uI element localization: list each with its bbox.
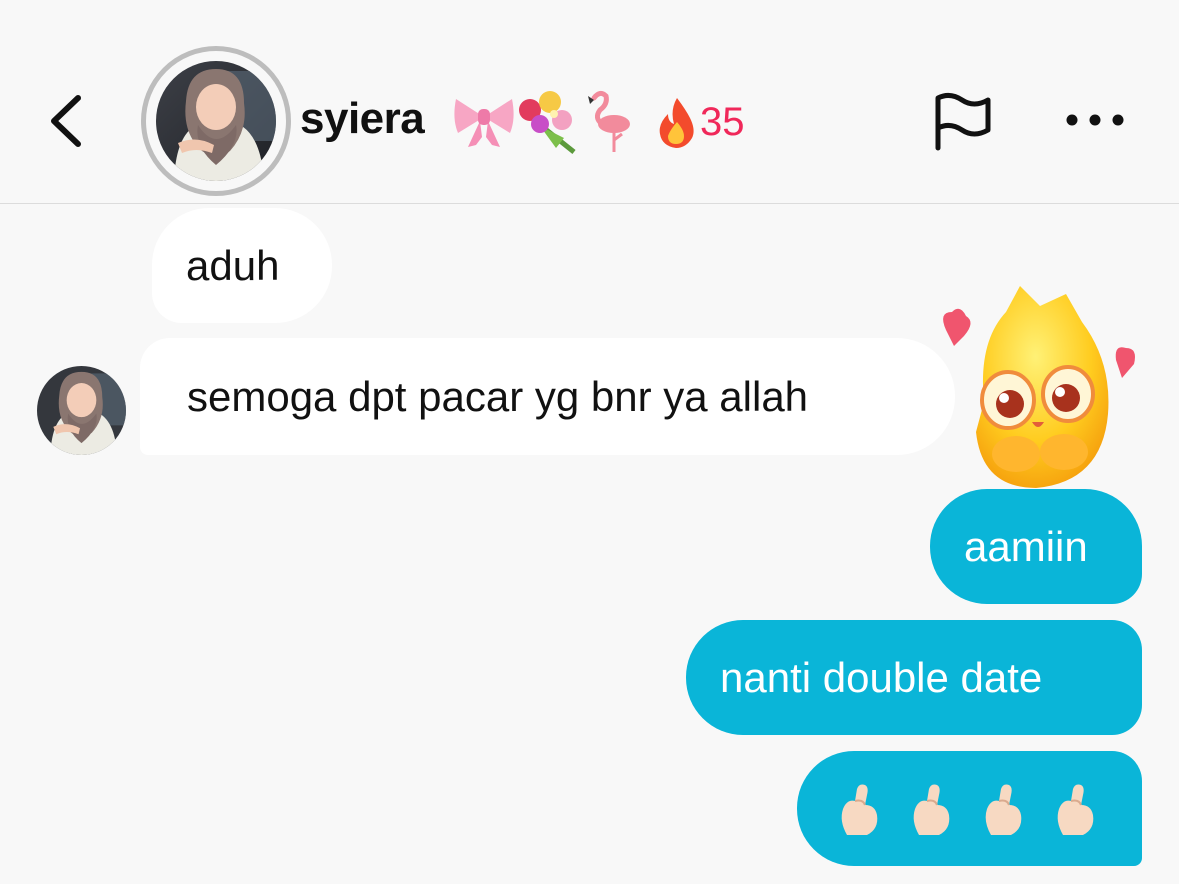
- message-text: aduh: [186, 241, 280, 289]
- name-emojis: [452, 88, 640, 154]
- message-bubble-outgoing[interactable]: nanti double date: [686, 620, 1142, 735]
- flamingo-icon: [588, 90, 630, 152]
- sender-avatar[interactable]: [37, 366, 126, 455]
- finger-heart-icon: [841, 784, 878, 835]
- message-bubble-incoming[interactable]: aduh: [152, 208, 332, 323]
- message-text: aamiin: [964, 522, 1088, 570]
- streak-indicator: 35: [656, 92, 745, 152]
- bouquet-icon: [519, 91, 576, 154]
- streak-count: 35: [700, 99, 745, 144]
- profile-avatar[interactable]: [141, 46, 291, 196]
- username[interactable]: syiera: [300, 94, 425, 144]
- message-text: nanti double date: [720, 653, 1043, 701]
- finger-heart-emojis: [837, 781, 1097, 837]
- chat-screen: syiera 35 aduh semoga dpt pacar yg bnr y…: [0, 0, 1179, 884]
- chat-header: syiera 35: [0, 0, 1179, 204]
- back-button[interactable]: [40, 90, 90, 150]
- finger-heart-icon: [1057, 784, 1094, 835]
- chevron-left-icon: [51, 95, 81, 147]
- message-bubble-incoming[interactable]: semoga dpt pacar yg bnr ya allah: [140, 338, 955, 455]
- reaction-sticker[interactable]: [924, 282, 1140, 494]
- message-bubble-outgoing[interactable]: [797, 751, 1142, 866]
- ribbon-icon: [454, 99, 514, 147]
- more-options-button[interactable]: [1062, 100, 1128, 140]
- message-bubble-outgoing[interactable]: aamiin: [930, 489, 1142, 604]
- flag-icon: [935, 92, 991, 151]
- message-text: semoga dpt pacar yg bnr ya allah: [187, 372, 809, 420]
- report-flag-button[interactable]: [930, 90, 994, 154]
- avatar-photo: [156, 61, 276, 181]
- fire-icon: [659, 98, 694, 148]
- finger-heart-icon: [913, 784, 950, 835]
- more-horizontal-icon: [1066, 114, 1124, 126]
- blushing-creature-sticker-icon: [943, 286, 1135, 488]
- finger-heart-icon: [985, 784, 1022, 835]
